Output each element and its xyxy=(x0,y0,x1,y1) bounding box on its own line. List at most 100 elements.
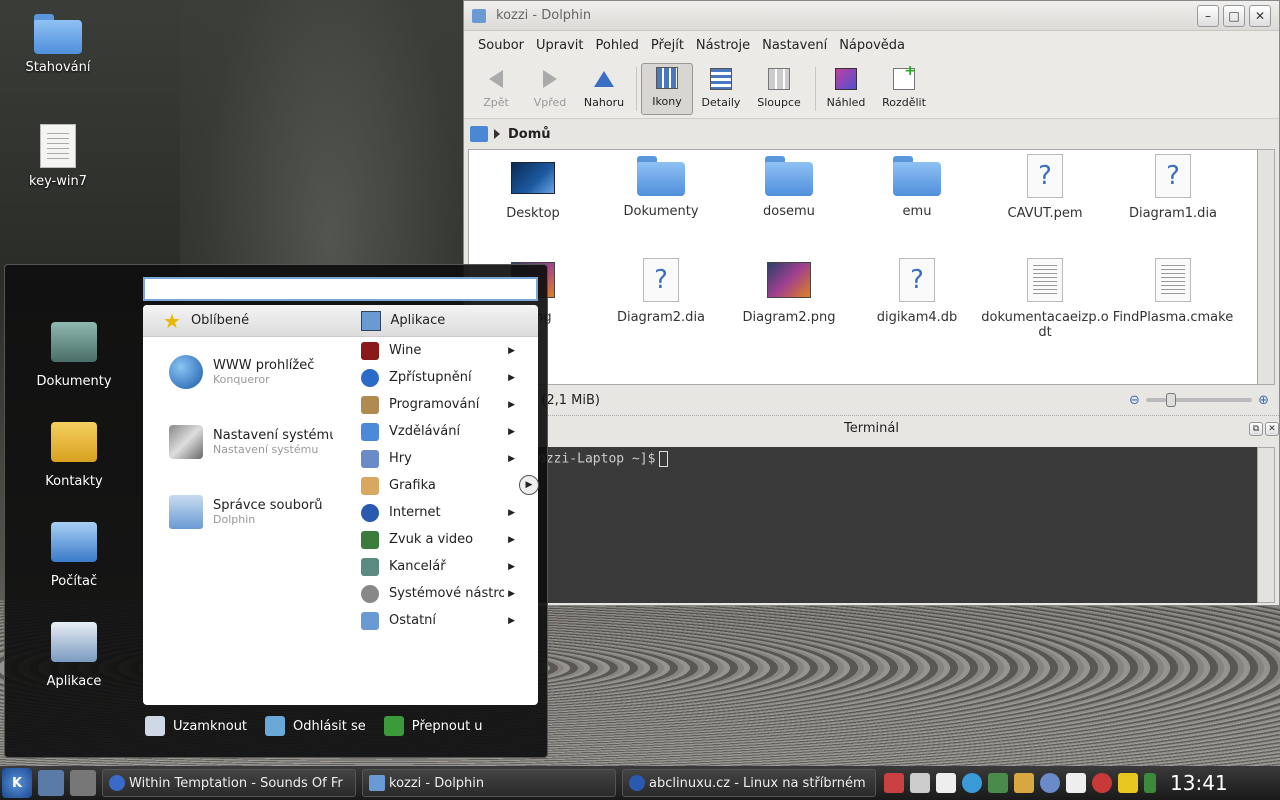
dolphin-icon xyxy=(369,775,385,791)
battery-icon[interactable] xyxy=(1118,773,1138,793)
tab-applications[interactable]: Aplikace xyxy=(341,305,539,336)
category-label: Vzdělávání xyxy=(389,424,461,439)
menu-nastroje[interactable]: Nástroje xyxy=(696,38,750,53)
category-office[interactable]: Kancelář ▶ xyxy=(355,553,515,580)
category-system[interactable]: Systémové nástroje▶ xyxy=(355,580,515,607)
desktop-icon-key-win7[interactable]: key-win7 xyxy=(13,124,103,189)
pager-icon[interactable] xyxy=(70,770,96,796)
favorite-file-manager[interactable]: Správce souborů Dolphin xyxy=(143,477,353,547)
volume-icon[interactable] xyxy=(910,773,930,793)
category-other[interactable]: Ostatní ▶ xyxy=(355,607,515,634)
device-icon[interactable] xyxy=(1040,773,1060,793)
update-icon[interactable] xyxy=(962,773,982,793)
file-item[interactable]: Diagram2.png xyxy=(725,258,853,325)
terminal[interactable]: ozzi-Laptop ~]$ xyxy=(464,447,1264,603)
switch-user-button[interactable]: Přepnout u xyxy=(383,716,483,736)
up-button[interactable]: Nahoru xyxy=(578,63,630,115)
sidebar-item-applications[interactable]: Aplikace xyxy=(5,605,143,705)
category-graphics[interactable]: Grafika xyxy=(355,472,515,499)
kde-menu-button[interactable]: K xyxy=(2,768,32,798)
file-name: Diagram2.dia xyxy=(616,310,706,325)
expand-menu-button[interactable]: ▶ xyxy=(519,475,539,495)
clipboard-icon[interactable] xyxy=(936,773,956,793)
file-view-scrollbar[interactable] xyxy=(1257,149,1275,385)
favorite-web-browser[interactable]: WWW prohlížeč Konqueror xyxy=(143,337,353,407)
sidebar-label: Počítač xyxy=(50,573,98,589)
menu-napoveda[interactable]: Nápověda xyxy=(839,38,905,53)
menu-soubor[interactable]: Soubor xyxy=(478,38,524,53)
category-accessibility[interactable]: Zpřístupnění ▶ xyxy=(355,364,515,391)
logout-button[interactable]: Odhlásit se xyxy=(265,716,366,736)
category-wine[interactable]: Wine ▶ xyxy=(355,337,515,364)
forward-label: Vpřed xyxy=(533,96,567,109)
category-development[interactable]: Programování ▶ xyxy=(355,391,515,418)
tab-label: Oblíbené xyxy=(190,313,250,328)
file-item[interactable]: Desktop xyxy=(469,156,597,221)
office-icon xyxy=(361,557,379,576)
category-internet[interactable]: Internet ▶ xyxy=(355,499,515,526)
zoom-out-icon[interactable]: ⊖ xyxy=(1129,393,1140,408)
mail-icon[interactable] xyxy=(1066,773,1086,793)
file-item[interactable]: dosemu xyxy=(725,156,853,219)
task-dolphin[interactable]: kozzi - Dolphin xyxy=(362,769,616,797)
category-multimedia[interactable]: Zvuk a video ▶ xyxy=(355,526,515,553)
file-item[interactable]: ? Diagram1.dia xyxy=(1109,154,1237,221)
category-education[interactable]: Vzdělávání ▶ xyxy=(355,418,515,445)
applications-icon xyxy=(51,621,97,662)
float-panel-button[interactable]: ⧉ xyxy=(1249,421,1263,436)
favorite-system-settings[interactable]: Nastavení systému Nastavení systému xyxy=(143,407,353,477)
terminal-scrollbar[interactable] xyxy=(1257,447,1275,603)
preview-button[interactable]: Náhled xyxy=(820,63,872,115)
search-input[interactable] xyxy=(143,277,538,301)
file-name: emu xyxy=(902,204,932,219)
forward-button[interactable]: Vpřed xyxy=(524,63,576,115)
split-button[interactable]: Rozdělit xyxy=(874,63,934,115)
sidebar-item-documents[interactable]: Dokumenty xyxy=(5,305,143,405)
task-music-player[interactable]: Within Temptation - Sounds Of Fr xyxy=(102,769,356,797)
contacts-icon xyxy=(51,421,97,462)
file-item[interactable]: ? CAVUT.pem xyxy=(981,154,1109,221)
menu-upravit[interactable]: Upravit xyxy=(536,38,583,53)
folder-icon xyxy=(34,14,82,54)
file-item[interactable]: Dokumenty xyxy=(597,156,725,219)
task-browser[interactable]: abclinuxu.cz - Linux na stříbrném xyxy=(622,769,876,797)
notes-icon[interactable] xyxy=(1014,773,1034,793)
window-titlebar[interactable]: kozzi - Dolphin – □ ✕ xyxy=(464,1,1279,31)
columns-view-button[interactable]: Sloupce xyxy=(749,63,809,115)
maximize-button[interactable]: □ xyxy=(1223,4,1245,27)
close-panel-button[interactable]: ✕ xyxy=(1265,421,1279,436)
sidebar-item-contacts[interactable]: Kontakty xyxy=(5,405,143,505)
file-item[interactable]: FindPlasma.cmake xyxy=(1109,258,1237,325)
keyboard-layout-icon[interactable] xyxy=(884,773,904,793)
menu-nastaveni[interactable]: Nastavení xyxy=(762,38,827,53)
zoom-slider[interactable]: ⊖ ⊕ xyxy=(1129,393,1269,408)
sidebar-item-computer[interactable]: Počítač xyxy=(5,505,143,605)
tab-favorites[interactable]: ★ Oblíbené xyxy=(143,305,341,336)
category-label: Zvuk a video xyxy=(389,532,474,547)
file-item[interactable]: ? digikam4.db xyxy=(853,258,981,325)
zoom-in-icon[interactable]: ⊕ xyxy=(1258,393,1269,408)
minimize-button[interactable]: – xyxy=(1197,4,1219,27)
menu-prejit[interactable]: Přejít xyxy=(651,38,684,53)
category-games[interactable]: Hry ▶ xyxy=(355,445,515,472)
lock-button[interactable]: Uzamknout xyxy=(145,716,247,736)
desktop-icon-downloads[interactable]: Stahování xyxy=(13,14,103,75)
close-button[interactable]: ✕ xyxy=(1249,4,1271,27)
network-icon[interactable] xyxy=(988,773,1008,793)
icons-view-button[interactable]: Ikony xyxy=(641,63,693,115)
terminal-panel-header: Terminál ⧉ ✕ xyxy=(464,415,1279,441)
file-view[interactable]: Desktop Dokumenty dosemu emu ? CAVUT.pem … xyxy=(468,149,1258,385)
zoom-knob[interactable] xyxy=(1165,393,1176,407)
file-item[interactable]: emu xyxy=(853,156,981,219)
power-icon[interactable] xyxy=(1092,773,1112,793)
system-tray xyxy=(884,773,1162,793)
back-button[interactable]: Zpět xyxy=(470,63,522,115)
file-item[interactable]: ? Diagram2.dia xyxy=(597,258,725,325)
details-view-button[interactable]: Detaily xyxy=(695,63,747,115)
menu-pohled[interactable]: Pohled xyxy=(595,38,638,53)
file-item[interactable]: dokumentacaeizp.odt xyxy=(981,258,1109,340)
home-icon[interactable] xyxy=(470,126,488,142)
clock[interactable]: 13:41 xyxy=(1170,771,1228,795)
show-desktop-icon[interactable] xyxy=(38,770,64,796)
breadcrumb-home[interactable]: Domů xyxy=(508,127,551,142)
